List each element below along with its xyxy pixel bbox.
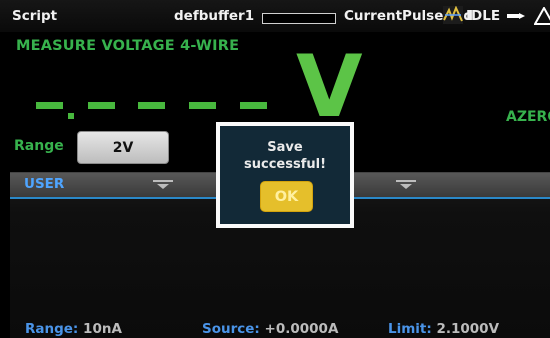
ok-button-label: OK: [274, 188, 299, 205]
reading-dash: [88, 102, 115, 109]
buffer-fill-meter[interactable]: [262, 13, 336, 24]
script-mode-label[interactable]: Script: [12, 8, 57, 24]
idle-arrow-icon: [507, 13, 525, 19]
reading-dash: [240, 102, 267, 109]
reading-decimal-point: [68, 113, 74, 119]
reading-unit: V: [296, 37, 363, 137]
user-limit-label: Limit:: [388, 321, 432, 337]
user-source-readout[interactable]: Source: +0.0000A: [202, 321, 338, 337]
dialog-message: Save successful!: [244, 140, 326, 172]
autozero-indicator: AZERO: [506, 109, 550, 125]
range-label: Range: [14, 138, 64, 154]
trigger-scope-icon[interactable]: [443, 6, 463, 24]
user-source-value: +0.0000A: [264, 321, 339, 337]
trigger-state[interactable]: IDLE: [466, 8, 500, 24]
range-button[interactable]: 2V: [77, 131, 169, 164]
ok-button[interactable]: OK: [260, 181, 313, 212]
status-bar: Script defbuffer1 CurrentPulseAnd IDLE: [0, 0, 550, 32]
warning-icon[interactable]: [534, 7, 550, 25]
user-limit-value: 2.1000V: [436, 321, 500, 337]
reading-dash: [189, 102, 216, 109]
user-range-label: Range:: [25, 321, 79, 337]
swipe-grip-icon[interactable]: [153, 180, 173, 189]
measure-function-title[interactable]: MEASURE VOLTAGE 4-WIRE: [16, 38, 239, 54]
instrument-screen: Script defbuffer1 CurrentPulseAnd IDLE M…: [0, 0, 550, 338]
buffer-name[interactable]: defbuffer1: [174, 8, 254, 24]
save-success-dialog: Save successful! OK: [216, 122, 354, 228]
swipe-panel-title: USER: [24, 176, 65, 192]
user-range-readout[interactable]: Range: 10nA: [25, 321, 122, 337]
reading-dash: [138, 102, 165, 109]
user-limit-readout[interactable]: Limit: 2.1000V: [388, 321, 499, 337]
user-source-label: Source:: [202, 321, 260, 337]
swipe-grip-icon[interactable]: [396, 180, 416, 189]
range-button-value: 2V: [112, 139, 134, 156]
reading-dash: [36, 102, 63, 109]
dialog-body: Save successful! OK: [220, 126, 350, 224]
user-range-value: 10nA: [83, 321, 122, 337]
